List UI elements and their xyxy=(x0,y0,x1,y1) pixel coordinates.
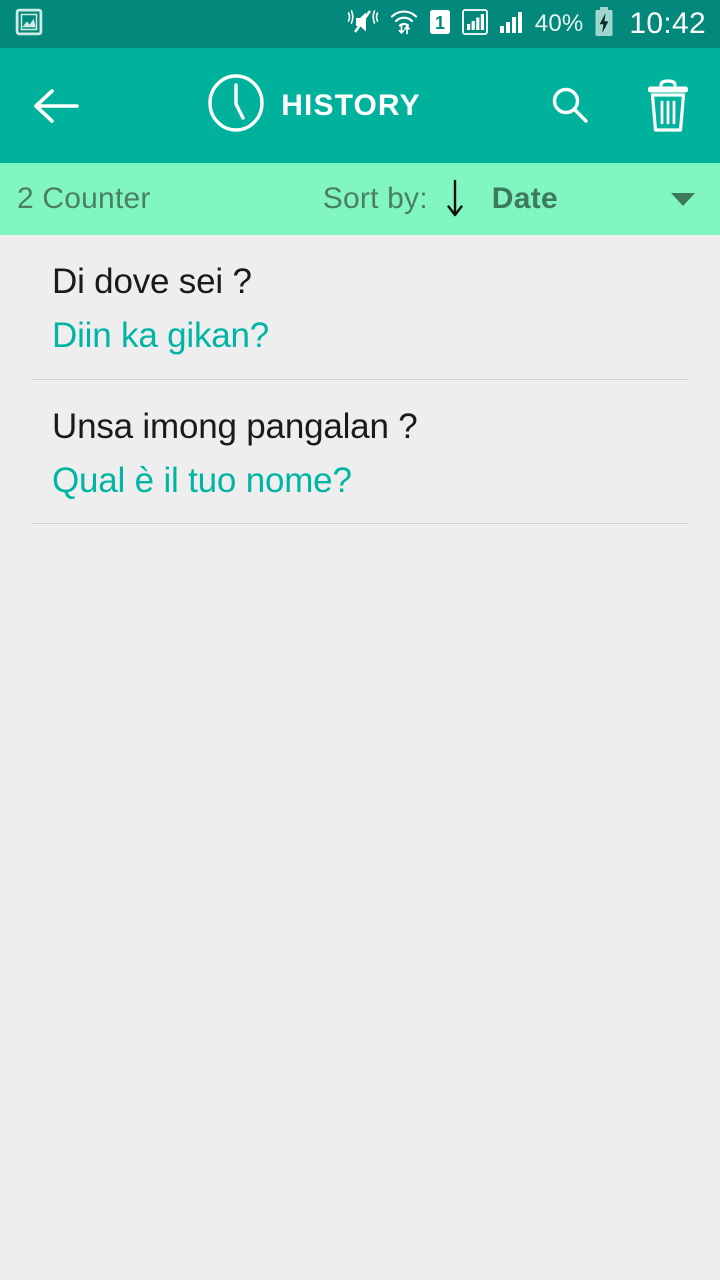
clock-icon xyxy=(205,72,267,139)
trash-icon xyxy=(648,78,688,132)
screenshot-image-icon xyxy=(14,7,44,42)
toolbar-actions xyxy=(540,76,698,136)
wifi-icon xyxy=(389,7,419,42)
sound-mute-vibrate-icon xyxy=(346,7,380,42)
history-counter-label: 2 Counter xyxy=(17,182,151,215)
status-bar-right: 1 40% 10:42 xyxy=(346,6,706,43)
sort-value-label: Date xyxy=(491,182,558,215)
history-item-source-text: Unsa imong pangalan ? xyxy=(52,406,418,446)
back-button[interactable] xyxy=(26,76,86,136)
toolbar-title-group: HISTORY xyxy=(86,72,540,139)
battery-charging-icon xyxy=(593,6,615,43)
sort-bar: 2 Counter Sort by: Date xyxy=(0,163,720,235)
sort-by-label: Sort by: xyxy=(322,182,428,215)
svg-text:1: 1 xyxy=(435,13,445,33)
signal-sim1-icon xyxy=(461,7,489,42)
chevron-down-icon[interactable] xyxy=(668,188,698,210)
sort-direction-descending-icon[interactable] xyxy=(442,177,468,221)
status-bar: 1 40% 10:42 xyxy=(0,0,720,48)
history-item-translated-text: Diin ka gikan? xyxy=(52,316,270,356)
history-list: Di dove sei ? Diin ka gikan? Unsa imong … xyxy=(0,235,720,525)
app-toolbar: HISTORY xyxy=(0,48,720,163)
sim-1-icon: 1 xyxy=(428,7,452,42)
history-list-item[interactable]: Di dove sei ? Diin ka gikan? xyxy=(0,235,720,379)
signal-sim2-icon xyxy=(498,7,526,42)
history-list-item[interactable]: Unsa imong pangalan ? Qual è il tuo nome… xyxy=(0,380,720,524)
page-title: HISTORY xyxy=(281,88,421,122)
search-button[interactable] xyxy=(540,76,600,136)
history-item-translated-text: Qual è il tuo nome? xyxy=(52,460,352,500)
list-divider xyxy=(32,523,688,525)
sort-selector[interactable]: Sort by: Date xyxy=(151,177,702,221)
history-item-source-text: Di dove sei ? xyxy=(52,262,252,301)
back-arrow-icon xyxy=(34,88,79,123)
delete-all-button[interactable] xyxy=(638,76,698,136)
search-icon xyxy=(552,87,588,123)
status-bar-left xyxy=(14,7,44,42)
status-bar-clock: 10:42 xyxy=(629,7,706,40)
battery-percent-label: 40% xyxy=(534,10,584,37)
